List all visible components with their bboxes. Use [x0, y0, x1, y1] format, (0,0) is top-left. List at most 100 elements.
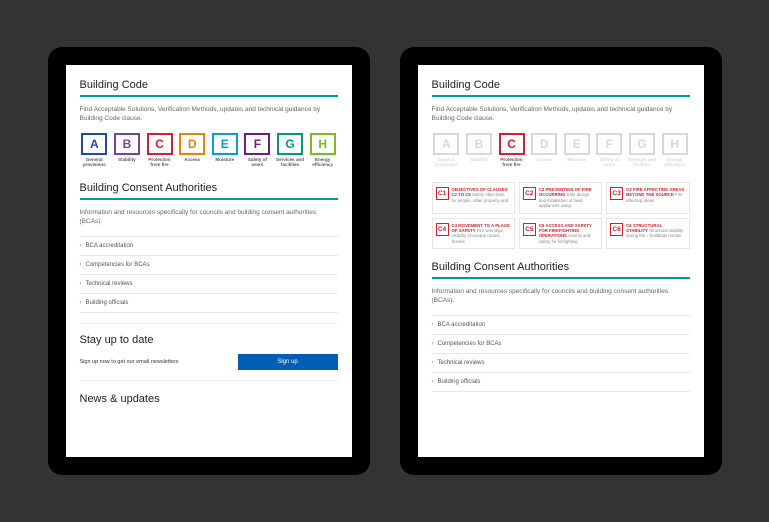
- building-code-intro: Find Acceptable Solutions, Verification …: [80, 105, 338, 123]
- subclause-c3[interactable]: C3C3 Fire affecting areas beyond the sou…: [606, 182, 689, 213]
- subclause-c2[interactable]: C2C2 Prevention of fire occurring Safe d…: [519, 182, 602, 213]
- tile-label: Protection from fire: [145, 158, 175, 168]
- list-item[interactable]: › Competencies for BCAs: [80, 255, 338, 274]
- tile-label: Services and facilities: [627, 158, 657, 168]
- tile-letter: H: [662, 133, 688, 155]
- bca-link-list: ›BCA accreditation › Competencies for BCA…: [432, 315, 690, 392]
- tile-letter: A: [433, 133, 459, 155]
- chevron-right-icon: ›: [432, 360, 434, 366]
- list-item-label: Competencies for BCAs: [86, 262, 150, 268]
- subclause-icon: C5: [523, 223, 536, 236]
- chevron-right-icon: ›: [432, 322, 434, 328]
- signup-text: Sign up now to get our email newsletters: [80, 359, 179, 365]
- subclause-c6[interactable]: C6C6 Structural stability Structural sta…: [606, 218, 689, 249]
- list-item[interactable]: › Building officials: [80, 293, 338, 313]
- tile-label: Energy efficiency: [660, 158, 690, 168]
- tile-f[interactable]: F Safety of users: [595, 133, 625, 168]
- bca-heading: Building Consent Authorities: [432, 261, 690, 273]
- tile-label: Access: [177, 158, 207, 163]
- tile-label: Moisture: [562, 158, 592, 163]
- chevron-right-icon: ›: [80, 300, 82, 306]
- subclause-icon: C4: [436, 223, 449, 236]
- list-item-label: BCA accreditation: [86, 243, 134, 249]
- tile-label: Safety of users: [595, 158, 625, 168]
- tile-a[interactable]: AGeneral provisions: [432, 133, 462, 168]
- subclause-text: C5 Access and safety for firefighting op…: [539, 223, 597, 244]
- tile-e[interactable]: E Moisture: [562, 133, 592, 168]
- bca-heading: Building Consent Authorities: [80, 182, 338, 194]
- subclause-text: C3 Fire affecting areas beyond the sourc…: [626, 187, 684, 203]
- divider-teal: [432, 95, 690, 97]
- chevron-right-icon: ›: [80, 243, 82, 249]
- list-item[interactable]: ›Technical reviews: [80, 274, 338, 293]
- code-tiles: A General provisions B Stability CProtecti…: [80, 133, 338, 168]
- tile-letter: F: [244, 133, 270, 155]
- tile-label: Stability: [112, 158, 142, 163]
- list-item-label: Technical reviews: [438, 360, 485, 366]
- list-item[interactable]: › Building officials: [432, 372, 690, 392]
- tile-letter: G: [629, 133, 655, 155]
- tile-label: Energy efficiency: [308, 158, 338, 168]
- tile-h[interactable]: H Energy efficiency: [660, 133, 690, 168]
- tile-letter: A: [81, 133, 107, 155]
- list-item-label: Building officials: [86, 300, 129, 306]
- chevron-right-icon: ›: [432, 341, 434, 347]
- list-item-label: Competencies for BCAs: [438, 341, 502, 347]
- divider-thin: [80, 380, 338, 381]
- list-item[interactable]: › BCA accreditation: [80, 236, 338, 255]
- tile-letter: B: [466, 133, 492, 155]
- tablet-left: Building Code Find Acceptable Solutions,…: [48, 47, 370, 475]
- tile-a[interactable]: A General provisions: [80, 133, 110, 168]
- screen-left: Building Code Find Acceptable Solutions,…: [66, 65, 352, 457]
- list-item[interactable]: ›BCA accreditation: [432, 315, 690, 334]
- subclause-text: C2 Prevention of fire occurring Safe des…: [539, 187, 597, 208]
- bca-link-list: › BCA accreditation › Competencies for BCA…: [80, 236, 338, 313]
- subclause-grid: C1Objectives of clauses C2 to C6 Safety …: [432, 182, 690, 249]
- chevron-right-icon: ›: [80, 262, 82, 268]
- subclause-icon: C3: [610, 187, 623, 200]
- tile-letter: H: [310, 133, 336, 155]
- stay-up-to-date-heading: Stay up to date: [80, 334, 338, 346]
- tile-g[interactable]: G Services and facilities: [275, 133, 305, 168]
- tile-letter: F: [596, 133, 622, 155]
- chevron-right-icon: ›: [432, 379, 434, 385]
- tile-h[interactable]: H Energy efficiency: [308, 133, 338, 168]
- tile-g[interactable]: G Services and facilities: [627, 133, 657, 168]
- tile-letter: E: [564, 133, 590, 155]
- tablet-right: Building Code Find Acceptable Solutions,…: [400, 47, 722, 475]
- screen-right: Building Code Find Acceptable Solutions,…: [418, 65, 704, 457]
- tile-label: General provisions: [80, 158, 110, 168]
- code-tiles: AGeneral provisions BStability C Protecti…: [432, 133, 690, 168]
- tile-letter: D: [531, 133, 557, 155]
- tile-label: Moisture: [210, 158, 240, 163]
- tile-label: Protection from fire: [497, 158, 527, 168]
- signup-button[interactable]: Sign up: [238, 354, 338, 370]
- subclause-text: Objectives of clauses C2 to C6 Safety ob…: [452, 187, 510, 203]
- list-item[interactable]: › Technical reviews: [432, 353, 690, 372]
- tile-letter: G: [277, 133, 303, 155]
- subclause-icon: C6: [610, 223, 623, 236]
- subclause-c1[interactable]: C1Objectives of clauses C2 to C6 Safety …: [432, 182, 515, 213]
- subclause-text: C6 Structural stability Structural stabi…: [626, 223, 684, 239]
- list-item-label: Building officials: [438, 379, 481, 385]
- building-code-intro: Find Acceptable Solutions, Verification …: [432, 105, 690, 123]
- subclause-c4[interactable]: C4C4 Movement to a place of safety Fire …: [432, 218, 515, 249]
- tile-label: Services and facilities: [275, 158, 305, 168]
- tile-label: Safety of users: [243, 158, 273, 168]
- tile-b[interactable]: BStability: [464, 133, 494, 168]
- tile-letter: B: [114, 133, 140, 155]
- list-item[interactable]: › Competencies for BCAs: [432, 334, 690, 353]
- divider-teal: [80, 95, 338, 97]
- tile-e[interactable]: E Moisture: [210, 133, 240, 168]
- tile-c-active[interactable]: C Protection from fire: [497, 133, 527, 168]
- tile-d[interactable]: DAccess: [529, 133, 559, 168]
- tile-f[interactable]: F Safety of users: [243, 133, 273, 168]
- tile-c[interactable]: CProtection from fire: [145, 133, 175, 168]
- tile-b[interactable]: B Stability: [112, 133, 142, 168]
- bca-intro: Information and resources specifically f…: [80, 208, 338, 226]
- tile-letter: E: [212, 133, 238, 155]
- divider-teal: [80, 198, 338, 200]
- tile-letter: C: [499, 133, 525, 155]
- tile-d[interactable]: DAccess: [177, 133, 207, 168]
- subclause-c5[interactable]: C5C5 Access and safety for firefighting …: [519, 218, 602, 249]
